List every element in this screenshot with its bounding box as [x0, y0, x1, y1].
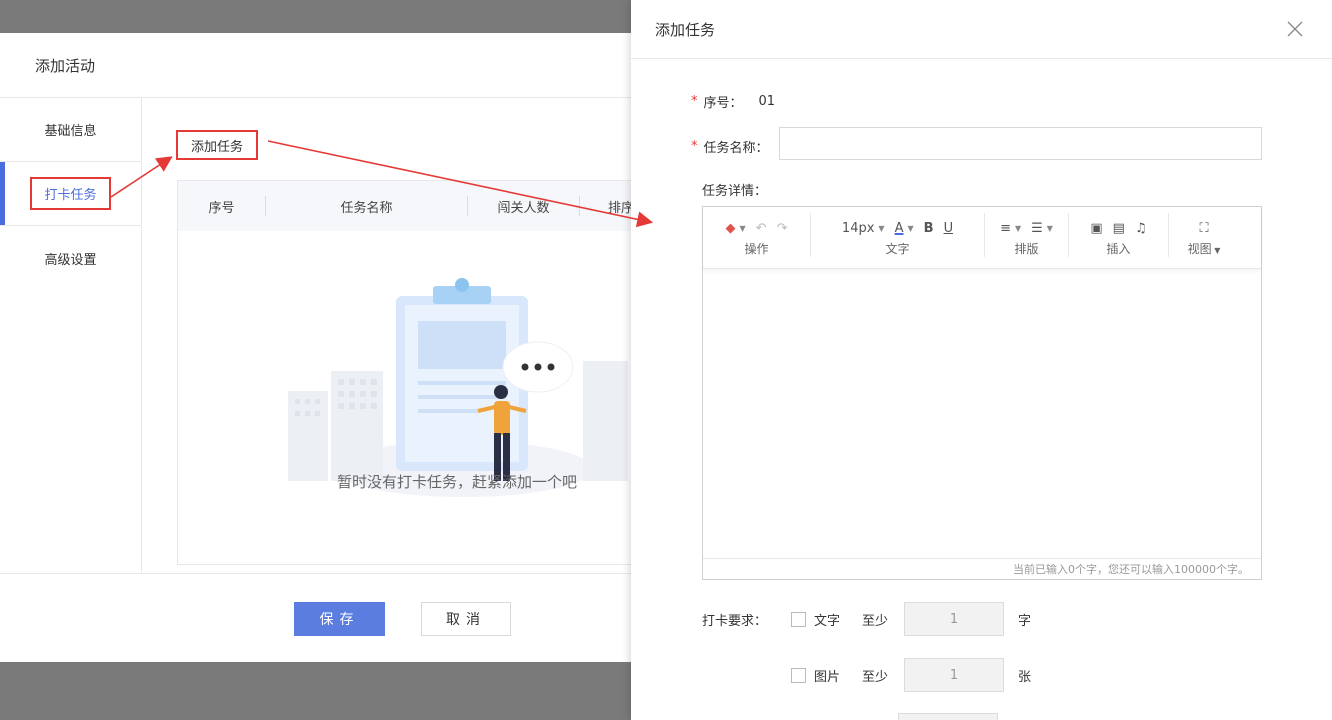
- drawer-header: 添加任务: [631, 0, 1332, 59]
- chevron-down-icon: ▼: [878, 224, 885, 233]
- seq-value: 01: [758, 94, 776, 109]
- task-name-label: 任务名称：: [703, 141, 769, 156]
- image-checkbox[interactable]: [791, 667, 806, 683]
- seq-label: 序号：: [703, 96, 743, 111]
- align-icon[interactable]: ≡: [1000, 221, 1011, 236]
- toolbar-group-label: 视图 ▼: [1187, 242, 1221, 256]
- required-mark: *: [691, 139, 698, 154]
- editor-content-area[interactable]: [703, 269, 1261, 558]
- toolbar-group-label: 操作: [744, 242, 769, 256]
- cancel-button[interactable]: 取消: [421, 602, 511, 636]
- requirement-row-image: 图片 至少 1 张: [791, 658, 1031, 692]
- min-count-input[interactable]: 1: [904, 602, 1005, 636]
- required-mark: *: [691, 94, 698, 109]
- toolbar-group-label: 文字: [885, 242, 910, 256]
- sidebar-item-label: 高级设置: [44, 252, 97, 268]
- sidebar-item-checkin-tasks[interactable]: 打卡任务: [0, 162, 141, 226]
- empty-state-illustration: [288, 278, 628, 497]
- eraser-icon[interactable]: ◆: [726, 221, 736, 236]
- unit-label: 张: [1018, 669, 1032, 685]
- empty-state-text: 暂时没有打卡任务，赶紧添加一个吧: [336, 473, 577, 491]
- checkin-requirement-label: 打卡要求：: [702, 614, 768, 629]
- task-table: 序号 任务名称 闯关人数 排序 暂时没有打卡任务，赶紧添加一个吧: [177, 180, 697, 565]
- sidebar-item-advanced-settings[interactable]: 高级设置: [0, 226, 141, 290]
- text-checkbox[interactable]: [791, 611, 806, 627]
- font-size-select[interactable]: 14px: [842, 221, 875, 236]
- chevron-down-icon: ▼: [739, 224, 746, 233]
- add-task-drawer: 添加任务 * 序号： 01 * 任务名称： 任务详情： ◆ ▼ ↶ ↷ 操作 1…: [631, 0, 1332, 720]
- save-button[interactable]: 保存: [294, 602, 385, 636]
- chevron-down-icon: ▼: [907, 224, 914, 233]
- fullscreen-icon[interactable]: ⛶: [1199, 221, 1208, 236]
- font-color-icon[interactable]: A: [895, 221, 904, 236]
- toolbar-group-label: 插入: [1106, 242, 1131, 256]
- video-icon[interactable]: ▤: [1113, 221, 1125, 236]
- seq-row: * 序号： 01: [691, 92, 775, 111]
- redo-icon[interactable]: ↷: [777, 221, 788, 236]
- toolbar-group-text: 14px ▼ A ▼ B U 文字: [811, 213, 985, 257]
- unit-label: 字: [1018, 613, 1032, 629]
- column-header-participants: 闯关人数: [468, 196, 580, 216]
- toolbar-group-operation: ◆ ▼ ↶ ↷ 操作: [703, 213, 811, 257]
- close-icon[interactable]: [1282, 16, 1308, 42]
- task-name-input[interactable]: [779, 127, 1262, 160]
- editor-char-count: 当前已输入0个字，您还可以输入100000个字。: [703, 558, 1261, 580]
- audio-icon[interactable]: ♫: [1135, 221, 1147, 236]
- rich-text-editor: ◆ ▼ ↶ ↷ 操作 14px ▼ A ▼ B U 文字 ≡ ▼ ☰ ▼ 排版 …: [702, 206, 1262, 580]
- column-header-seq: 序号: [178, 196, 266, 216]
- undo-icon[interactable]: ↶: [756, 221, 767, 236]
- column-header-task-name: 任务名称: [266, 196, 468, 216]
- drawer-title: 添加任务: [655, 20, 716, 39]
- add-activity-modal: 添加活动 基础信息 打卡任务 高级设置 添加任务 序号 任务名称 闯关人数 排序: [0, 33, 700, 662]
- sidebar-item-basic-info[interactable]: 基础信息: [0, 98, 141, 162]
- bold-icon[interactable]: B: [924, 221, 934, 236]
- requirement-type-label: 文字: [814, 613, 841, 629]
- toolbar-group-insert: ▣ ▤ ♫ 插入: [1069, 213, 1169, 257]
- chevron-down-icon: ▼: [1014, 224, 1022, 233]
- task-detail-label: 任务详情：: [702, 184, 768, 199]
- modal-content: 添加任务 序号 任务名称 闯关人数 排序 暂时没有打卡任务，赶紧添加一个吧: [142, 98, 700, 573]
- toolbar-group-view: ⛶ 视图 ▼: [1169, 213, 1239, 257]
- at-least-label: 至少: [862, 669, 889, 685]
- task-name-row: * 任务名称：: [691, 137, 769, 156]
- image-icon[interactable]: ▣: [1090, 221, 1102, 236]
- requirement-row-text: 文字 至少 1 字: [791, 602, 1031, 636]
- chevron-down-icon: ▼: [1046, 224, 1053, 233]
- sidebar-item-label: 基础信息: [44, 124, 97, 139]
- editor-toolbar: ◆ ▼ ↶ ↷ 操作 14px ▼ A ▼ B U 文字 ≡ ▼ ☰ ▼ 排版 …: [703, 207, 1261, 269]
- underline-icon[interactable]: U: [944, 221, 954, 236]
- toolbar-group-label: 排版: [1014, 242, 1039, 256]
- min-count-input[interactable]: 1: [904, 658, 1005, 692]
- sidebar-item-label: 打卡任务: [30, 177, 111, 210]
- modal-title: 添加活动: [0, 33, 700, 98]
- requirement-type-label: 图片: [814, 669, 841, 685]
- add-task-button[interactable]: 添加任务: [176, 130, 259, 160]
- toolbar-group-layout: ≡ ▼ ☰ ▼ 排版: [985, 213, 1069, 257]
- at-least-label: 至少: [862, 613, 889, 629]
- table-header: 序号 任务名称 闯关人数 排序: [178, 181, 696, 231]
- indent-icon[interactable]: ☰: [1031, 221, 1043, 236]
- min-count-input-partial: [898, 713, 998, 720]
- modal-sidebar: 基础信息 打卡任务 高级设置: [0, 98, 142, 573]
- modal-footer: 保存 取消: [0, 573, 700, 662]
